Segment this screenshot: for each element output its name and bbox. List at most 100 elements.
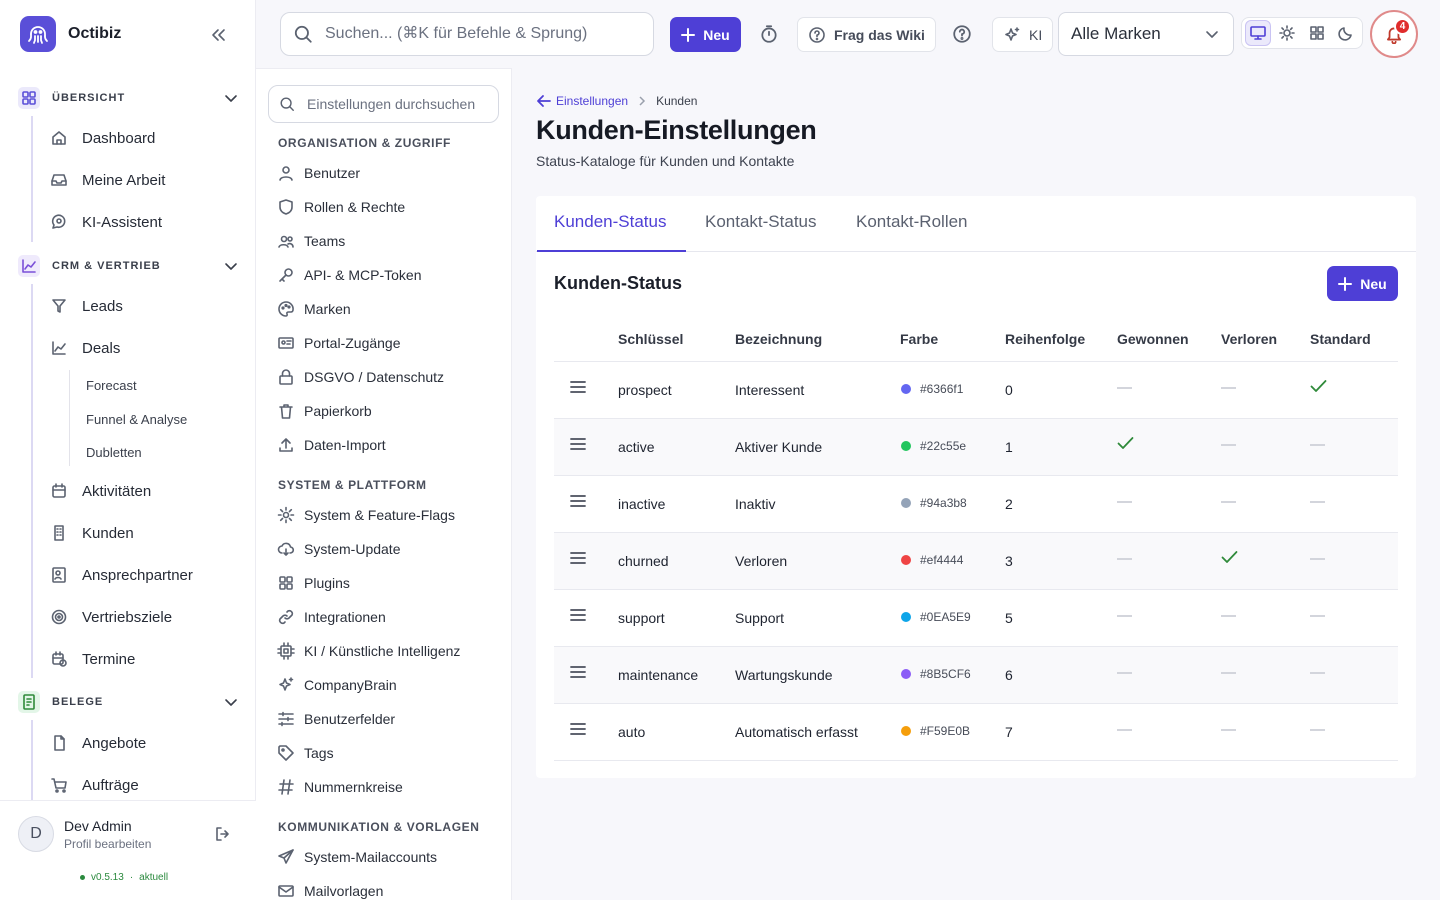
ask-wiki-label: Frag das Wiki (834, 26, 925, 43)
nav-item-dashboard[interactable]: Dashboard (50, 123, 240, 153)
drag-handle-icon[interactable] (569, 380, 587, 394)
brand-select[interactable]: Alle Marken (1058, 12, 1234, 56)
timer-icon[interactable] (759, 24, 779, 44)
gewonnen-check-icon (1117, 436, 1134, 450)
monitor-icon[interactable] (1245, 20, 1271, 46)
nav-item-leads[interactable]: Leads (50, 291, 240, 321)
user-name[interactable]: Dev Admin (64, 818, 132, 834)
nav-item-ki-assistent[interactable]: KI-Assistent (50, 207, 240, 237)
version-separator: · (129, 872, 134, 883)
nav-subitem-dubletten[interactable]: Dubletten (86, 445, 142, 460)
settings-item-system-update[interactable]: System-Update (277, 538, 505, 560)
search-input[interactable] (325, 25, 645, 43)
nav-section-belege[interactable]: BELEGE (18, 690, 240, 714)
nav-section-uebersicht[interactable]: ÜBERSICHT (18, 86, 240, 110)
chevron-down-icon (225, 699, 237, 706)
nav-subitem-funnel[interactable]: Funnel & Analyse (86, 412, 187, 427)
settings-item-marken[interactable]: Marken (277, 298, 505, 320)
settings-item-nummernkreise[interactable]: Nummernkreise (277, 776, 505, 798)
shield-icon (279, 199, 293, 215)
settings-item-label: Marken (304, 301, 351, 317)
settings-item-import[interactable]: Daten-Import (277, 434, 505, 456)
settings-item-companybrain[interactable]: CompanyBrain (277, 674, 505, 696)
drag-handle-icon[interactable] (569, 551, 587, 565)
collapse-sidebar-icon[interactable] (207, 24, 229, 46)
help-icon[interactable] (952, 24, 972, 44)
nav-item-kunden[interactable]: Kunden (50, 518, 240, 548)
settings-item-feature-flags[interactable]: System & Feature-Flags (277, 504, 505, 526)
status-label: Interessent (735, 382, 805, 398)
search-icon (294, 25, 312, 43)
settings-item-api-token[interactable]: API- & MCP-Token (277, 264, 505, 286)
table-row[interactable] (554, 418, 1398, 475)
settings-search[interactable] (268, 85, 499, 123)
table-row[interactable] (554, 475, 1398, 532)
drag-handle-icon[interactable] (569, 722, 587, 736)
table-row[interactable] (554, 361, 1398, 418)
table-row[interactable] (554, 703, 1398, 760)
nav-item-deals[interactable]: Deals (50, 333, 240, 363)
nav-item-aktivitaeten[interactable]: Aktivitäten (50, 476, 240, 506)
nav-item-termine[interactable]: Termine (50, 644, 240, 674)
nav-item-vertriebsziele[interactable]: Vertriebsziele (50, 602, 240, 632)
search-icon (280, 97, 294, 111)
settings-item-tags[interactable]: Tags (277, 742, 505, 764)
settings-item-teams[interactable]: Teams (277, 230, 505, 252)
settings-item-papierkorb[interactable]: Papierkorb (277, 400, 505, 422)
moon-icon[interactable] (1334, 20, 1359, 46)
settings-item-integrationen[interactable]: Integrationen (277, 606, 505, 628)
drag-handle-icon[interactable] (569, 665, 587, 679)
settings-item-label: Teams (304, 233, 346, 249)
breadcrumb-parent-link[interactable]: Einstellungen (536, 93, 628, 109)
color-swatch-icon (901, 384, 911, 394)
nav-item-ansprechpartner[interactable]: Ansprechpartner (50, 560, 240, 590)
notifications-button[interactable] (1370, 10, 1418, 58)
active-tab-indicator (537, 250, 686, 252)
status-label: Wartungskunde (735, 667, 833, 683)
settings-item-portal[interactable]: Portal-Zugänge (277, 332, 505, 354)
nav-item-angebote[interactable]: Angebote (50, 728, 240, 758)
drag-handle-icon[interactable] (569, 608, 587, 622)
ask-wiki-button[interactable]: Frag das Wiki (797, 17, 936, 52)
settings-search-input[interactable] (307, 96, 497, 112)
settings-item-benutzerfelder[interactable]: Benutzerfelder (277, 708, 505, 730)
column-header-standard: Standard (1310, 331, 1371, 347)
nav-section-crm[interactable]: CRM & VERTRIEB (18, 254, 240, 278)
nav-item-auftraege[interactable]: Aufträge (50, 770, 240, 800)
nav-item-label: Termine (82, 650, 136, 668)
tab-kunden-status[interactable]: Kunden-Status (554, 212, 666, 232)
settings-item-benutzer[interactable]: Benutzer (277, 162, 505, 184)
brand-select-value: Alle Marken (1071, 24, 1161, 43)
edit-profile-link[interactable]: Profil bearbeiten (64, 837, 151, 851)
settings-item-rollen[interactable]: Rollen & Rechte (277, 196, 505, 218)
global-search[interactable] (280, 12, 654, 56)
drag-handle-icon[interactable] (569, 494, 587, 508)
settings-item-plugins[interactable]: Plugins (277, 572, 505, 594)
status-order: 6 (1005, 667, 1013, 683)
table-bottom-border (554, 760, 1398, 761)
new-button[interactable]: Neu (670, 17, 741, 52)
logout-icon[interactable] (214, 825, 232, 843)
nav-subitem-forecast[interactable]: Forecast (86, 378, 137, 393)
ki-button[interactable]: KI (992, 17, 1054, 52)
nav-item-meine-arbeit[interactable]: Meine Arbeit (50, 165, 240, 195)
drag-handle-icon[interactable] (569, 437, 587, 451)
breadcrumb-parent: Einstellungen (556, 94, 629, 108)
tab-kontakt-status[interactable]: Kontakt-Status (705, 212, 817, 232)
settings-item-label: System & Feature-Flags (304, 507, 455, 523)
breadcrumb-current: Kunden (656, 94, 698, 108)
settings-item-system-mailaccounts[interactable]: System-Mailaccounts (277, 846, 505, 868)
settings-item-dsgvo[interactable]: DSGVO / Datenschutz (277, 366, 505, 388)
sun-icon[interactable] (1275, 20, 1300, 46)
layout-grid-icon[interactable] (1304, 20, 1329, 46)
brand[interactable]: Octibiz (20, 16, 121, 52)
avatar[interactable]: D (18, 816, 54, 852)
table-row[interactable] (554, 532, 1398, 589)
tab-bar (536, 196, 1416, 252)
add-status-button[interactable]: Neu (1327, 266, 1398, 301)
chevron-right-icon (639, 96, 646, 106)
table-row[interactable] (554, 589, 1398, 646)
settings-item-ki[interactable]: KI / Künstliche Intelligenz (277, 640, 505, 662)
settings-item-mailvorlagen[interactable]: Mailvorlagen (277, 880, 505, 900)
tab-kontakt-rollen[interactable]: Kontakt-Rollen (856, 212, 968, 232)
